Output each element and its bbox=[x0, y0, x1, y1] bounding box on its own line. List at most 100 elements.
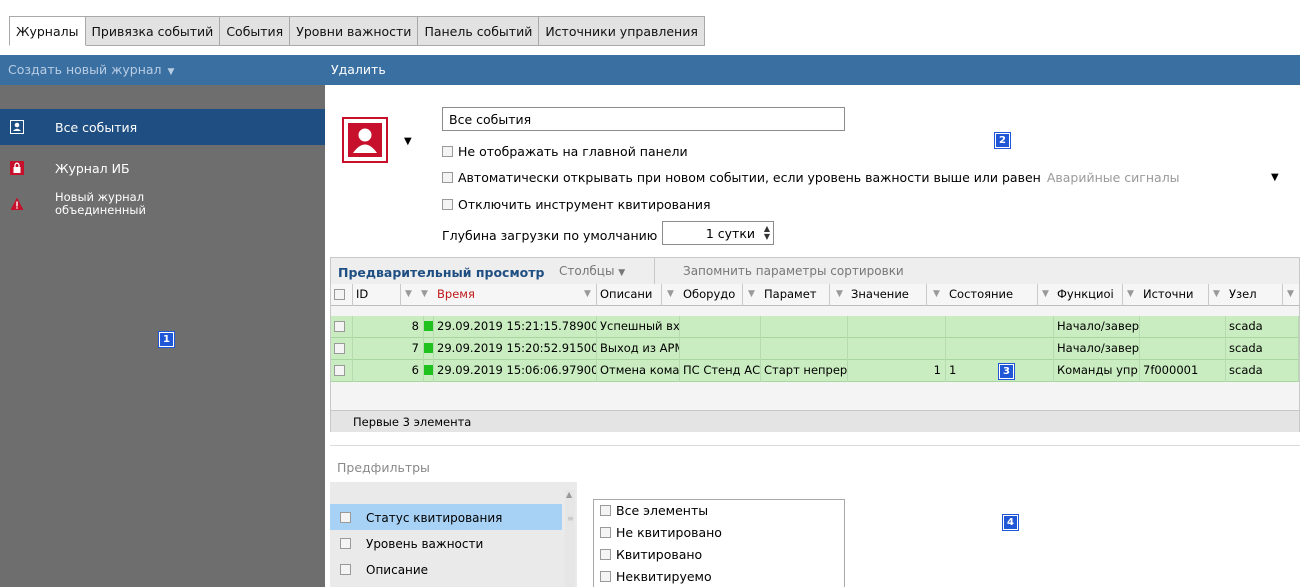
checkbox-box[interactable] bbox=[340, 512, 351, 523]
cell-parameter bbox=[761, 338, 848, 360]
table-row[interactable]: 8 29.09.2019 15:21:15.789000 Успешный вх… bbox=[331, 316, 1299, 338]
sidebar-item-new-combined-journal[interactable]: Новый журнал объединенный bbox=[0, 185, 325, 225]
cell-value bbox=[848, 316, 946, 338]
column-header-id[interactable]: ID bbox=[353, 284, 401, 306]
checkbox-box[interactable] bbox=[334, 343, 345, 354]
auto-open-checkbox[interactable]: Автоматически открывать при новом событи… bbox=[442, 170, 1180, 185]
row-select-cell[interactable] bbox=[331, 338, 353, 360]
checkbox-box[interactable] bbox=[600, 527, 611, 538]
checkbox-box[interactable] bbox=[340, 564, 351, 575]
column-header-equipment[interactable]: Оборудо bbox=[680, 284, 743, 306]
tab-event-panel[interactable]: Панель событий bbox=[418, 16, 540, 46]
checkbox-box[interactable] bbox=[442, 199, 453, 210]
severity-level-select[interactable]: Аварийные сигналы bbox=[1047, 170, 1180, 185]
delete-button[interactable]: Удалить bbox=[331, 62, 386, 77]
column-header-parameter[interactable]: Парамет bbox=[761, 284, 830, 306]
chevron-down-icon[interactable]: ▼ bbox=[1271, 172, 1279, 183]
cell-time: 29.09.2019 15:06:06.979000 bbox=[434, 360, 597, 382]
create-journal-button[interactable]: Создать новый журнал ▼ bbox=[8, 62, 174, 77]
cell-function: Начало/завер bbox=[1054, 338, 1140, 360]
checkbox-box[interactable] bbox=[334, 321, 345, 332]
cell-parameter bbox=[761, 316, 848, 338]
cell-state bbox=[946, 316, 1054, 338]
column-header-state[interactable]: Состояние bbox=[946, 284, 1038, 306]
table-row[interactable]: 6 29.09.2019 15:06:06.979000 Отмена кома… bbox=[331, 360, 1299, 382]
callout-marker: 1 bbox=[158, 331, 175, 348]
list-item[interactable]: Статус квитирования bbox=[330, 504, 562, 530]
sidebar-item-label: Новый журнал объединенный bbox=[55, 190, 146, 217]
checkbox-box[interactable] bbox=[340, 538, 351, 549]
columns-button[interactable]: Столбцы ▼ bbox=[559, 264, 625, 278]
checkbox-box[interactable] bbox=[334, 365, 345, 376]
sidebar-item-all-events[interactable]: Все события bbox=[0, 109, 325, 145]
sidebar-item-label: Все события bbox=[55, 120, 138, 135]
cell-time: 29.09.2019 15:20:52.915000 bbox=[434, 338, 597, 360]
table-row[interactable]: 7 29.09.2019 15:20:52.915000 Выход из АР… bbox=[331, 338, 1299, 360]
select-all-cell[interactable] bbox=[331, 284, 353, 306]
list-item[interactable]: Описание bbox=[330, 556, 562, 582]
column-header-source[interactable]: Источни bbox=[1140, 284, 1209, 306]
tab-event-binding[interactable]: Привязка событий bbox=[85, 16, 221, 46]
spinner-arrows-icon[interactable]: ▲ ▼ bbox=[764, 225, 770, 241]
hide-on-main-panel-checkbox[interactable]: Не отображать на главной панели bbox=[442, 144, 688, 159]
preview-title: Предварительный просмотр bbox=[338, 265, 545, 280]
filter-icon[interactable]: ▼ bbox=[584, 290, 593, 299]
cell-source bbox=[1140, 338, 1226, 360]
status-indicator-icon bbox=[424, 321, 433, 331]
filter-icon[interactable]: ▼ bbox=[667, 290, 676, 299]
journal-name-input[interactable] bbox=[442, 107, 845, 131]
tab-control-sources[interactable]: Источники управления bbox=[539, 16, 705, 46]
filter-icon[interactable]: ▼ bbox=[836, 290, 845, 299]
checkbox-box[interactable] bbox=[442, 172, 453, 183]
filter-icon[interactable]: ▼ bbox=[405, 290, 414, 299]
row-select-cell[interactable] bbox=[331, 360, 353, 382]
status-cell bbox=[424, 360, 434, 382]
list-item[interactable]: Все элементы bbox=[600, 503, 708, 518]
checkbox-box[interactable] bbox=[334, 289, 345, 300]
cell-id: 7 bbox=[353, 338, 424, 360]
scrollbar[interactable]: ▲ ≡ bbox=[565, 490, 575, 587]
column-header-description[interactable]: Описани bbox=[597, 284, 662, 306]
tab-events[interactable]: События bbox=[220, 16, 291, 46]
column-header-time[interactable]: Время bbox=[434, 284, 597, 306]
cell-description: Успешный вх bbox=[597, 316, 680, 338]
checkbox-box[interactable] bbox=[442, 146, 453, 157]
callout-marker: 3 bbox=[998, 363, 1015, 380]
list-item-label: Описание bbox=[366, 563, 429, 577]
checkbox-box[interactable] bbox=[600, 549, 611, 560]
filter-icon[interactable]: ▼ bbox=[421, 290, 430, 299]
checkbox-box[interactable] bbox=[600, 505, 611, 516]
tab-severity-levels[interactable]: Уровни важности bbox=[290, 16, 419, 46]
scroll-up-icon[interactable]: ▲ bbox=[566, 490, 572, 499]
cell-state bbox=[946, 338, 1054, 360]
column-header-node[interactable]: Узел bbox=[1226, 284, 1283, 306]
list-item[interactable]: Не квитировано bbox=[600, 525, 722, 540]
row-select-cell[interactable] bbox=[331, 316, 353, 338]
filter-icon[interactable]: ▼ bbox=[1127, 290, 1136, 299]
filter-icon[interactable]: ▼ bbox=[933, 290, 942, 299]
cell-parameter: Старт непрер bbox=[761, 360, 848, 382]
journal-list-sidebar: Все события Журнал ИБ Новый журнал объед… bbox=[0, 85, 325, 587]
column-header-function[interactable]: Функциоі bbox=[1054, 284, 1123, 306]
remember-sort-button[interactable]: Запомнить параметры сортировки bbox=[683, 264, 904, 278]
grid-header-row: ID ▼ ▼ Время ▼ Описани ▼ Оборудо ▼ Парам… bbox=[331, 284, 1299, 306]
list-item[interactable]: Неквитируемо bbox=[600, 569, 712, 584]
sidebar-item-label: Журнал ИБ bbox=[55, 161, 130, 176]
filter-icon[interactable]: ▼ bbox=[1213, 290, 1222, 299]
filter-icon[interactable]: ▼ bbox=[1042, 290, 1051, 299]
filter-icon[interactable]: ▼ bbox=[748, 290, 757, 299]
column-header-value[interactable]: Значение bbox=[848, 284, 927, 306]
checkbox-box[interactable] bbox=[600, 571, 611, 582]
filter-icon[interactable]: ▼ bbox=[1287, 290, 1296, 299]
list-item[interactable]: Уровень важности bbox=[330, 530, 562, 556]
load-depth-spinner[interactable]: 1 сутки ▲ ▼ bbox=[662, 221, 774, 245]
status-cell bbox=[424, 338, 434, 360]
sidebar-item-security-journal[interactable]: Журнал ИБ bbox=[0, 153, 325, 183]
disable-ack-tool-checkbox[interactable]: Отключить инструмент квитирования bbox=[442, 197, 711, 212]
journal-icon-picker[interactable] bbox=[342, 117, 388, 163]
tab-journals[interactable]: Журналы bbox=[9, 16, 86, 46]
scroll-thumb[interactable]: ≡ bbox=[567, 514, 574, 528]
cell-function: Начало/завер bbox=[1054, 316, 1140, 338]
chevron-down-icon[interactable]: ▼ bbox=[404, 136, 412, 147]
list-item[interactable]: Квитировано bbox=[600, 547, 702, 562]
